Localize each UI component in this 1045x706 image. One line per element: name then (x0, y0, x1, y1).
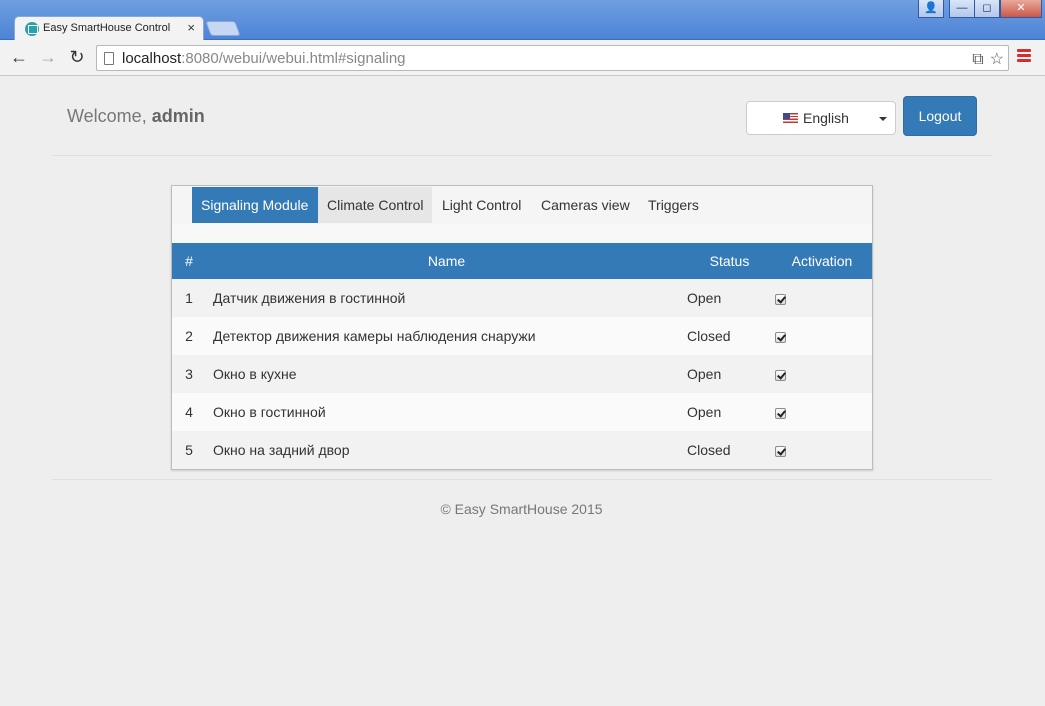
tab-climate-control[interactable]: Climate Control (318, 187, 433, 223)
sensor-status: Open (687, 290, 722, 306)
table-row: 3 Окно в кухне Open (172, 355, 872, 393)
activation-checkbox[interactable] (775, 293, 786, 305)
table-row: 2 Детектор движения камеры наблюдения сн… (172, 317, 872, 355)
browser-tab[interactable]: Easy SmartHouse Control × (14, 16, 204, 40)
reload-icon[interactable]: ↻ (66, 46, 88, 68)
tab-signaling-module[interactable]: Signaling Module (192, 187, 318, 223)
activation-checkbox[interactable] (775, 445, 786, 457)
table-row: 5 Окно на задний двор Closed (172, 431, 872, 469)
footer-copyright: © Easy SmartHouse 2015 (440, 501, 603, 517)
sensors-table: # Name Status Activation 1 Датчик движен… (172, 243, 872, 469)
header-activation: Activation (791, 253, 853, 269)
page-icon (104, 52, 114, 65)
header-status: Status (709, 253, 750, 269)
sensor-name: Окно в кухне (213, 366, 297, 382)
bookmark-star-icon[interactable]: ☆ (990, 51, 1004, 68)
username: admin (151, 106, 205, 126)
welcome-text: Welcome, admin (67, 106, 205, 126)
sensor-name: Окно на задний двор (213, 442, 350, 458)
back-arrow-icon[interactable]: ← (8, 46, 30, 68)
row-number: 5 (185, 442, 193, 458)
minimize-button[interactable]: — (949, 0, 975, 18)
sensor-status: Open (687, 366, 722, 382)
row-number: 3 (185, 366, 193, 382)
header-number: # (185, 253, 193, 269)
sensor-status: Open (687, 404, 722, 420)
main-panel: Signaling Module Climate Control Light C… (171, 185, 873, 470)
activation-checkbox[interactable] (775, 369, 786, 381)
tab-triggers[interactable]: Triggers (639, 187, 708, 223)
sensor-status: Closed (687, 442, 731, 458)
house-icon (25, 22, 39, 36)
divider (52, 155, 992, 156)
language-select[interactable]: English (746, 101, 896, 135)
browser-titlebar: Easy SmartHouse Control × 👤 — ◻ ✕ (0, 0, 1045, 40)
forward-arrow-icon[interactable]: → (37, 46, 59, 68)
activation-checkbox[interactable] (775, 407, 786, 419)
tab-title: Easy SmartHouse Control (43, 22, 171, 34)
logout-button[interactable]: Logout (903, 96, 977, 136)
row-number: 4 (185, 404, 193, 420)
url-text[interactable]: localhost:8080/webui/webui.html#signalin… (122, 50, 406, 67)
activation-checkbox[interactable] (775, 331, 786, 343)
language-label: English (803, 110, 849, 126)
sensor-status: Closed (687, 328, 731, 344)
table-row: 1 Датчик движения в гостинной Open (172, 279, 872, 317)
address-bar[interactable]: localhost:8080/webui/webui.html#signalin… (96, 45, 1009, 71)
user-profile-icon[interactable]: 👤 (918, 0, 944, 18)
close-tab-icon[interactable]: × (187, 20, 195, 36)
close-window-button[interactable]: ✕ (1000, 0, 1042, 18)
maximize-button[interactable]: ◻ (974, 0, 1000, 18)
table-row: 4 Окно в гостинной Open (172, 393, 872, 431)
row-number: 2 (185, 328, 193, 344)
header-name: Name (427, 253, 466, 269)
new-tab-button[interactable] (205, 21, 241, 36)
sensor-name: Детектор движения камеры наблюдения снар… (213, 328, 536, 344)
chevron-down-icon (879, 117, 887, 121)
row-number: 1 (185, 290, 193, 306)
divider (52, 479, 992, 480)
browser-toolbar: ← → ↻ localhost:8080/webui/webui.html#si… (0, 40, 1045, 76)
tab-cameras-view[interactable]: Cameras view (532, 187, 639, 223)
sensor-name: Окно в гостинной (213, 404, 326, 420)
translate-icon[interactable]: ⧉ (972, 51, 983, 68)
module-tabs: Signaling Module Climate Control Light C… (172, 186, 872, 224)
us-flag-icon (783, 113, 798, 123)
sensor-name: Датчик движения в гостинной (213, 290, 406, 306)
tab-light-control[interactable]: Light Control (433, 187, 530, 223)
table-header-row: # Name Status Activation (172, 243, 872, 279)
browser-menu-icon[interactable] (1017, 49, 1031, 64)
